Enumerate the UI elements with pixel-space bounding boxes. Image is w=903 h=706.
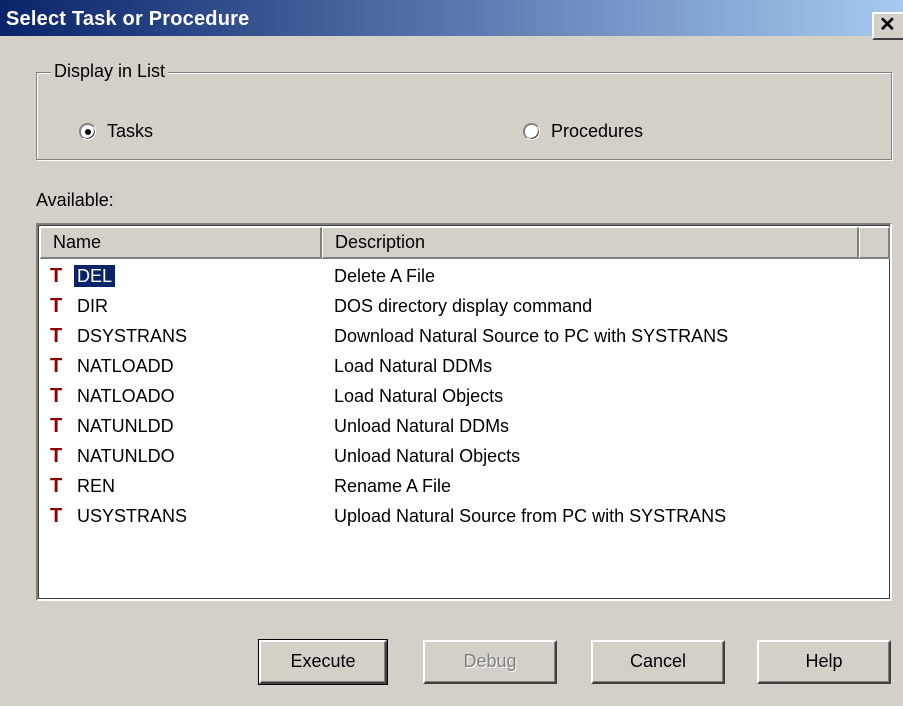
debug-button[interactable]: Debug — [423, 640, 557, 684]
item-description: Unload Natural Objects — [334, 446, 521, 466]
list-item[interactable]: T REN Rename A File — [38, 471, 888, 501]
task-type-icon: T — [50, 415, 63, 437]
item-name: NATLOADO — [77, 386, 175, 406]
radio-tasks-label: Tasks — [107, 121, 154, 141]
list-item[interactable]: T USYSTRANS Upload Natural Source from PC … — [38, 501, 888, 531]
list-item[interactable]: T NATLOADO Load Natural Objects — [38, 381, 888, 411]
radio-procedures[interactable]: Procedures — [523, 121, 643, 142]
list-header: Name Description — [40, 227, 890, 259]
group-legend: Display in List — [51, 61, 169, 82]
task-type-icon: T — [50, 295, 63, 317]
column-header-name[interactable]: Name — [40, 227, 322, 259]
item-name: DIR — [77, 296, 108, 316]
display-in-list-group: Display in List Tasks Procedures — [36, 61, 892, 160]
task-type-icon: T — [50, 265, 63, 287]
list-item[interactable]: T DEL Delete A File — [38, 261, 888, 291]
item-name: REN — [77, 476, 116, 496]
close-icon[interactable]: ✕ — [872, 12, 903, 40]
item-name: DEL — [74, 265, 116, 287]
list-item[interactable]: T NATLOADD Load Natural DDMs — [38, 351, 888, 381]
list-item[interactable]: T NATUNLDD Unload Natural DDMs — [38, 411, 888, 441]
radio-procedures-label: Procedures — [551, 121, 644, 141]
available-label: Available: — [36, 190, 114, 210]
item-description: Load Natural DDMs — [334, 356, 493, 376]
execute-button[interactable]: Execute — [258, 639, 388, 685]
task-type-icon: T — [50, 445, 63, 467]
item-name: DSYSTRANS — [77, 326, 188, 346]
window-title: Select Task or Procedure — [6, 8, 250, 30]
task-type-icon: T — [50, 355, 63, 377]
task-type-icon: T — [50, 325, 63, 347]
column-header-description[interactable]: Description — [322, 227, 859, 259]
item-name: NATUNLDO — [77, 446, 175, 466]
list-item[interactable]: T DSYSTRANS Download Natural Source to PC … — [38, 321, 888, 351]
item-description: Delete A File — [334, 266, 436, 286]
task-type-icon: T — [50, 505, 63, 527]
item-description: Rename A File — [334, 476, 452, 496]
task-type-icon: T — [50, 475, 63, 497]
list-item[interactable]: T NATUNLDO Unload Natural Objects — [38, 441, 888, 471]
column-header-filler — [859, 227, 890, 259]
item-name: NATLOADD — [77, 356, 174, 376]
help-button[interactable]: Help — [757, 640, 891, 684]
task-list[interactable]: Name Description T DEL Delete A File T DIR DO… — [36, 223, 892, 601]
radio-tasks[interactable]: Tasks — [79, 121, 153, 142]
item-name: NATUNLDD — [77, 416, 174, 436]
item-description: Download Natural Source to PC with SYSTR… — [334, 326, 729, 346]
task-type-icon: T — [50, 385, 63, 407]
item-description: Load Natural Objects — [334, 386, 504, 406]
item-description: Upload Natural Source from PC with SYSTR… — [334, 506, 727, 526]
item-description: Unload Natural DDMs — [334, 416, 510, 436]
item-name: USYSTRANS — [77, 506, 188, 526]
radio-procedures-indicator[interactable] — [523, 123, 540, 140]
list-item[interactable]: T DIR DOS directory display command — [38, 291, 888, 321]
select-task-dialog: Select Task or Procedure ✕ Display in Li… — [0, 0, 903, 706]
item-description: DOS directory display command — [334, 296, 593, 316]
title-bar[interactable]: Select Task or Procedure ✕ — [0, 0, 903, 44]
radio-tasks-indicator[interactable] — [79, 123, 96, 140]
cancel-button[interactable]: Cancel — [591, 640, 725, 684]
